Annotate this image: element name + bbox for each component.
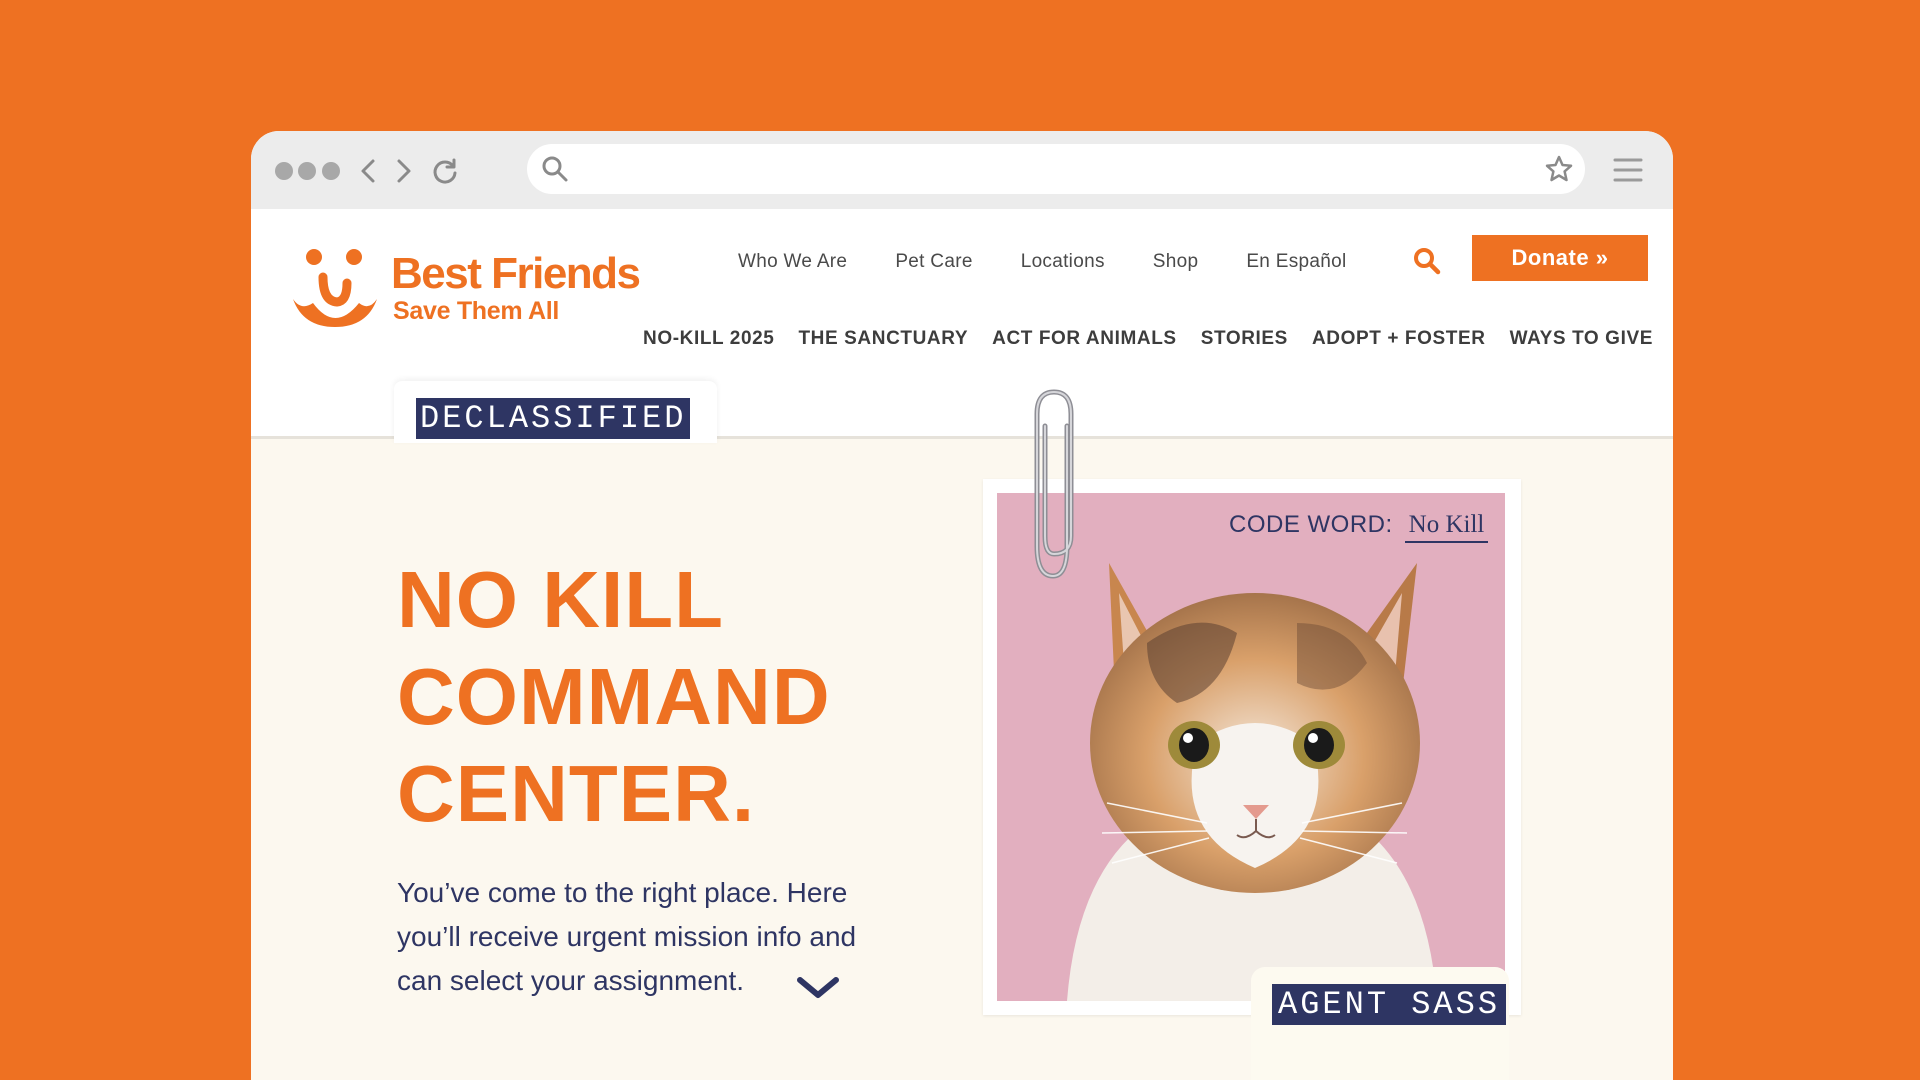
agent-name-tab: AGENT SASS (1251, 967, 1509, 1080)
nav-shop[interactable]: Shop (1153, 251, 1199, 273)
declassified-tab: DECLASSIFIED (394, 381, 717, 443)
nav-the-sanctuary[interactable]: THE SANCTUARY (798, 328, 968, 350)
nav-who-we-are[interactable]: Who We Are (738, 251, 847, 273)
utility-nav: Who We Are Pet Care Locations Shop En Es… (738, 251, 1347, 273)
window-maximize-dot[interactable] (322, 162, 340, 180)
forward-icon[interactable] (386, 153, 422, 189)
donate-button[interactable]: Donate » (1472, 235, 1648, 281)
hero-title-line: COMMAND (397, 652, 831, 741)
hamburger-menu-icon[interactable] (1613, 156, 1643, 189)
logo-tagline: Save Them All (393, 297, 560, 325)
nav-act-for-animals[interactable]: ACT FOR ANIMALS (992, 328, 1177, 350)
code-word-label: CODE WORD: (1229, 511, 1393, 538)
site-logo[interactable]: Best Friends Save Them All (289, 247, 669, 327)
nav-stories[interactable]: STORIES (1201, 328, 1288, 350)
star-icon[interactable] (1545, 155, 1573, 188)
site-search-icon[interactable] (1413, 247, 1441, 280)
code-word: CODE WORD: No Kill (1229, 511, 1489, 543)
declassified-stamp: DECLASSIFIED (416, 398, 691, 439)
reload-icon[interactable] (427, 153, 463, 189)
hero-title-line: NO KILL (397, 555, 724, 644)
address-bar[interactable] (527, 144, 1585, 194)
main-nav: NO-KILL 2025 THE SANCTUARY ACT FOR ANIMA… (643, 328, 1653, 350)
nav-en-espanol[interactable]: En Español (1246, 251, 1346, 273)
scroll-down-chevron-icon[interactable] (796, 976, 840, 1005)
window-close-dot[interactable] (275, 162, 293, 180)
back-icon[interactable] (350, 153, 386, 189)
hero-title-line: CENTER. (397, 749, 756, 838)
hero-title: NO KILL COMMAND CENTER. (397, 551, 831, 842)
browser-toolbar (251, 131, 1673, 209)
window-minimize-dot[interactable] (298, 162, 316, 180)
search-icon (541, 155, 569, 188)
best-friends-logo-icon (293, 249, 377, 327)
nav-no-kill-2025[interactable]: NO-KILL 2025 (643, 328, 774, 350)
nav-ways-to-give[interactable]: WAYS TO GIVE (1510, 328, 1653, 350)
paperclip-icon (1023, 386, 1085, 591)
logo-title: Best Friends (391, 249, 641, 298)
nav-adopt-foster[interactable]: ADOPT + FOSTER (1312, 328, 1486, 350)
browser-window: Best Friends Save Them All Who We Are Pe… (251, 131, 1673, 1080)
nav-locations[interactable]: Locations (1021, 251, 1105, 273)
code-word-value: No Kill (1404, 511, 1489, 543)
nav-pet-care[interactable]: Pet Care (895, 251, 972, 273)
agent-stamp: AGENT SASS (1272, 984, 1507, 1025)
